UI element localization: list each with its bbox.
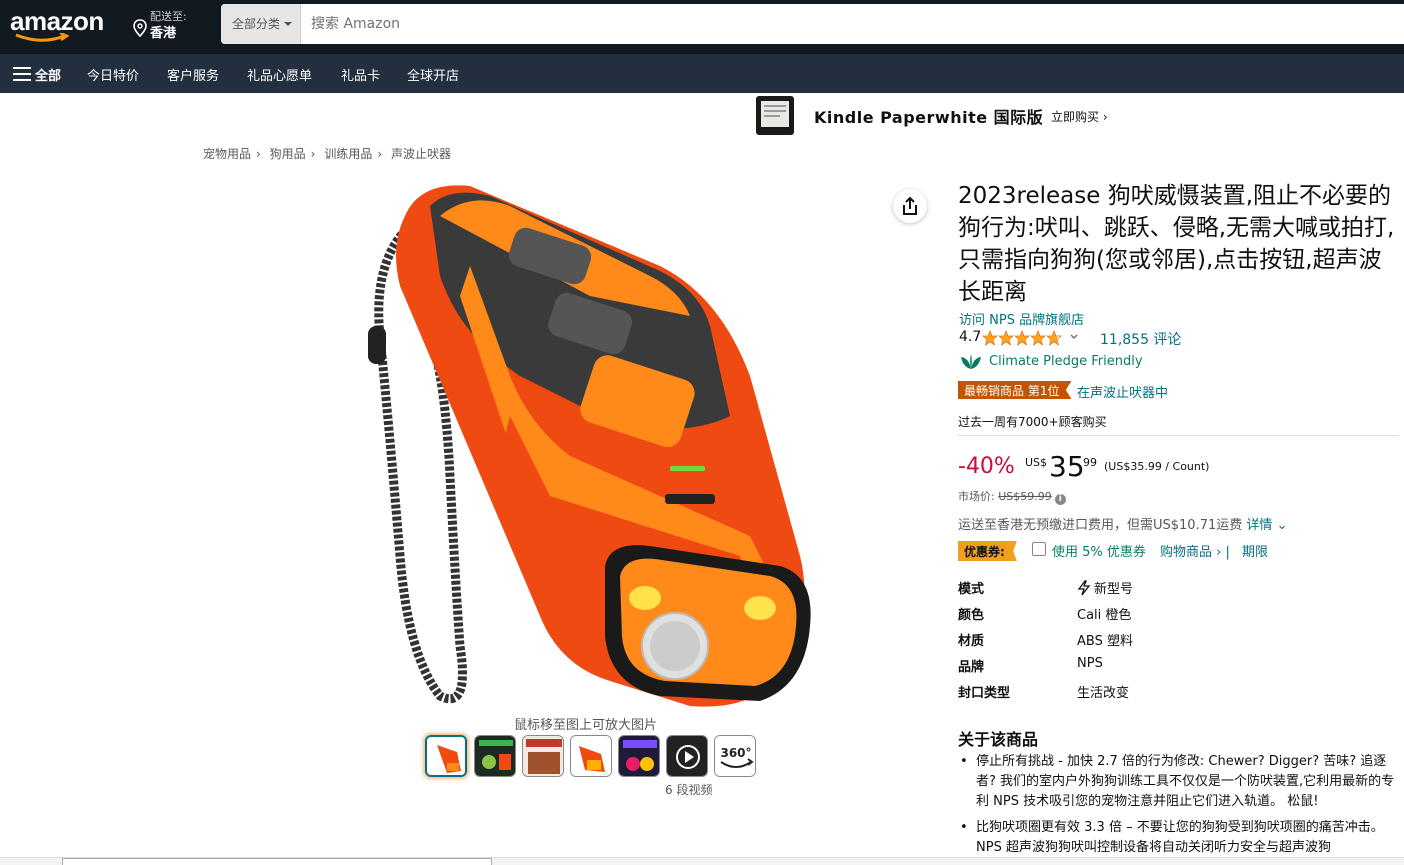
breadcrumb-item[interactable]: 狗用品 [270,147,306,161]
sub-nav-bar: 全部 今日特价 客户服务 礼品心愿单 礼品卡 全球开店 [0,54,1404,93]
spec-row: 材质 ABS 塑料 [958,630,1358,650]
kindle-banner-title[interactable]: Kindle Paperwhite 国际版 [814,104,1043,128]
best-seller-category-link[interactable]: 在声波止吠器中 [1077,382,1168,401]
bottom-panel-edge [62,858,492,865]
thumbnail-image[interactable] [618,735,660,777]
top-nav-bar: amazon 配送至: 香港 全部分类 [0,0,1404,54]
hamburger-menu-icon[interactable] [13,67,31,81]
star-rating-icon[interactable] [982,330,1064,346]
coupon-shop-items-link[interactable]: 购物商品 › | [1160,541,1230,560]
list-price-value: US$59.99 [998,490,1052,503]
breadcrumb-item[interactable]: 训练用品 [324,147,372,161]
rating-value: 4.7 [959,329,982,345]
breadcrumb-item[interactable]: 声波止吠器 [391,147,451,161]
spec-row: 封口类型 生活改变 [958,682,1358,702]
nav-sell[interactable]: 全球开店 [407,65,459,84]
nav-todays-deals[interactable]: 今日特价 [87,65,139,84]
divider [958,435,1399,436]
shipping-details-link[interactable]: 详情 ⌄ [1246,518,1287,533]
spec-value-text: 新型号 [1094,582,1134,597]
thumbnail-image[interactable] [522,735,564,777]
about-section-title: 关于该商品 [958,730,1039,749]
climate-pledge-leaf-icon [961,354,981,369]
breadcrumb-separator: › [377,147,383,161]
share-button[interactable] [893,189,927,223]
price-currency: US$ [1025,456,1048,469]
price-per-unit: (US$35.99 / Count) [1104,460,1210,473]
search-category-dropdown[interactable]: 全部分类 [221,4,301,44]
spec-value: 新型号 [1077,578,1133,597]
about-bullet: 比狗吠项圈更有效 3.3 倍 – 不要让您的狗狗受到狗吠项圈的痛苦冲击。 NPS… [958,818,1398,858]
spec-key: 材质 [958,634,985,649]
spec-value: Cali 橙色 [1077,608,1132,623]
product-title: 2023release 狗吠威慑装置,阻止不必要的狗行为:吠叫、跳跃、侵略,无需… [958,183,1395,305]
search-category-label: 全部分类 [232,17,281,31]
breadcrumb-separator: › [256,147,261,161]
nav-gift-cards[interactable]: 礼品卡 [341,65,380,84]
price-fraction: 99 [1083,456,1097,469]
list-price-label: 市场价: [958,490,999,503]
coupon-badge: 优惠券: [958,541,1017,561]
view-360-button[interactable]: 360° [714,735,756,777]
coupon-label[interactable]: 使用 5% 优惠券 [1052,541,1146,560]
thumbnail-image[interactable] [570,735,612,777]
coupon-checkbox[interactable] [1032,542,1046,556]
about-bullet: 停止所有挑战 - 加快 2.7 倍的行为修改: Chewer? Digger? … [958,752,1398,812]
spec-row: 品牌 NPS [958,656,1358,676]
info-icon[interactable]: i [1054,494,1066,505]
price-whole: 35 [1049,450,1085,483]
view-360-label: 360° [720,746,751,760]
spec-row: 模式 新型号 [958,578,1358,598]
shipping-text: 运送至香港无预缴进口费用，但需US$10.71运费 [958,518,1247,533]
spec-key: 品牌 [958,660,985,675]
best-seller-badge: 最畅销商品 第1位 [958,381,1072,399]
spec-value: 生活改变 [1077,686,1130,701]
spec-key: 颜色 [958,608,985,623]
breadcrumb-separator: › [310,147,316,161]
thumbnail-image[interactable] [474,735,516,777]
nav-customer-service[interactable]: 客户服务 [167,65,219,84]
spec-key: 封口类型 [958,686,1011,701]
review-count-link[interactable]: 11,855 评论 [1100,329,1181,349]
breadcrumb: 宠物用品 › 狗用品 › 训练用品 › 声波止吠器 [203,145,451,162]
about-bullet-list: 停止所有挑战 - 加快 2.7 倍的行为修改: Chewer? Digger? … [958,752,1398,864]
nav-all[interactable]: 全部 [35,65,61,84]
lightning-bolt-icon [1077,580,1091,596]
brand-store-link[interactable]: 访问 NPS 品牌旗舰店 [959,309,1084,328]
kindle-device-icon[interactable] [754,95,796,136]
coupon-terms-link[interactable]: 期限 [1242,541,1268,560]
share-icon [903,196,917,215]
product-main-image[interactable] [360,176,830,716]
spec-key: 模式 [958,582,985,597]
zoom-hint: 鼠标移至图上可放大图片 [514,718,658,733]
video-count-label[interactable]: 6 段视频 [665,781,712,798]
bought-past-week: 过去一周有7000+顾客购买 [958,415,1107,429]
location-pin-icon [133,19,147,37]
search-bar: 全部分类 [221,4,1404,44]
shipping-info: 运送至香港无预缴进口费用，但需US$10.71运费 详情 ⌄ [958,514,1287,533]
climate-pledge-label[interactable]: Climate Pledge Friendly [989,354,1143,369]
kindle-buy-now-link[interactable]: 立即购买 › [1051,108,1108,125]
spec-row: 颜色 Cali 橙色 [958,604,1358,624]
video-thumbnail[interactable] [666,735,708,777]
breadcrumb-item[interactable]: 宠物用品 [203,147,251,161]
thumbnail-image[interactable] [425,735,467,777]
chevron-down-icon[interactable] [1070,334,1078,340]
caret-down-icon [284,22,293,26]
nav-registry[interactable]: 礼品心愿单 [247,65,312,84]
discount-percent: -40% [958,454,1015,479]
amazon-smile-icon [15,33,70,42]
search-input[interactable] [303,4,1393,44]
list-price: 市场价: US$59.99 i [958,488,1066,505]
deliver-location: 香港 [150,26,177,41]
spec-value: ABS 塑料 [1077,634,1133,649]
spec-value: NPS [1077,656,1103,671]
